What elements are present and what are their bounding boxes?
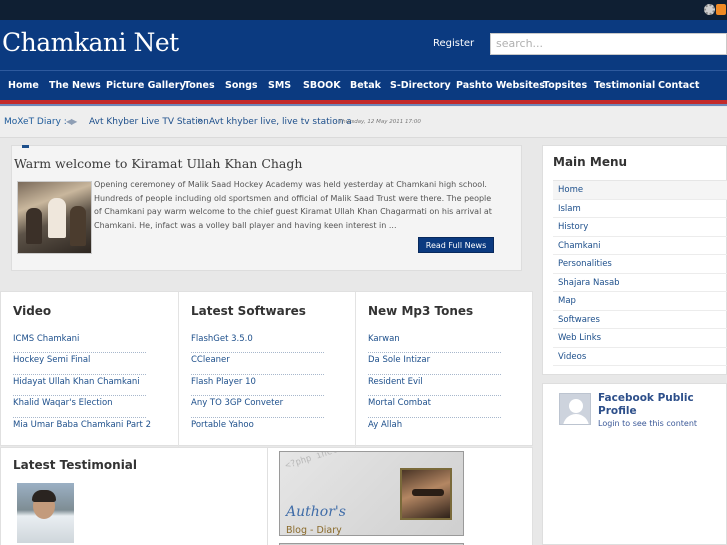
list-item[interactable]: Any TO 3GP Conveter: [191, 396, 324, 418]
list-item[interactable]: Karwan: [368, 332, 501, 354]
featured-news-text: Opening ceremoney of Malik Saad Hockey A…: [94, 180, 492, 230]
ticker-item-2[interactable]: Avt khyber live, live tv station a: [209, 117, 352, 127]
divider: [267, 448, 268, 545]
read-full-news-button[interactable]: Read Full News: [418, 237, 494, 253]
news-ticker: MoXeT Diary : ◀▶ Avt Khyber Live TV Stat…: [0, 107, 727, 138]
profile-avatar-icon[interactable]: [559, 393, 591, 425]
bottom-section: Latest Testimonial <?php include('blog_m…: [0, 447, 533, 545]
list-item[interactable]: Portable Yahoo: [191, 418, 324, 439]
author-blog-banner[interactable]: <?php include('blog_moxet'); Author's Bl…: [279, 451, 464, 536]
softwares-column: Latest Softwares FlashGet 3.5.0 CCleaner…: [178, 292, 355, 447]
list-item[interactable]: Resident Evil: [368, 375, 501, 397]
sidebar-item-videos[interactable]: Videos: [553, 348, 727, 366]
site-title[interactable]: Chamkani Net: [2, 28, 179, 57]
list-item[interactable]: Hidayat Ullah Khan Chamkani: [13, 375, 146, 397]
ticker-item-1[interactable]: Avt Khyber Live TV Station: [89, 117, 209, 127]
facebook-login-link[interactable]: Login to see this content: [598, 419, 697, 428]
ticker-separator: »: [197, 116, 203, 126]
content-columns: Video ICMS Chamkani Hockey Semi Final Hi…: [0, 291, 533, 447]
sidebar-item-softwares[interactable]: Softwares: [553, 311, 727, 329]
search-input[interactable]: search...: [490, 33, 727, 55]
nav-underline-secondary: [0, 104, 727, 106]
nav-item-betak[interactable]: Betak: [350, 71, 381, 100]
author-photo: [400, 468, 452, 520]
video-column: Video ICMS Chamkani Hockey Semi Final Hi…: [1, 292, 178, 447]
rss-icon[interactable]: [716, 4, 726, 15]
main-menu: Main Menu Home Islam History Chamkani Pe…: [542, 145, 727, 375]
list-item[interactable]: Flash Player 10: [191, 375, 324, 397]
testimonial-photo[interactable]: [17, 483, 74, 543]
sidebar-item-chamkani[interactable]: Chamkani: [553, 237, 727, 255]
sidebar-item-shajara-nasab[interactable]: Shajara Nasab: [553, 274, 727, 292]
column-title: Video: [13, 304, 52, 318]
nav-item-the-news[interactable]: The News: [49, 71, 101, 100]
sidebar-item-history[interactable]: History: [553, 218, 727, 237]
nav-item-s-directory[interactable]: S-Directory: [390, 71, 451, 100]
nav-item-picture-gallery[interactable]: Picture Gallery: [106, 71, 186, 100]
page: { "site": { "title": "Chamkani Net" }, "…: [0, 0, 727, 545]
nav-item-testimonial[interactable]: Testimonial: [594, 71, 655, 100]
list-item[interactable]: Hockey Semi Final: [13, 353, 146, 375]
sidebar-item-personalities[interactable]: Personalities: [553, 255, 727, 274]
site-header: Chamkani Net Register search...: [0, 20, 727, 70]
nav-item-pashto-websites[interactable]: Pashto Websites: [456, 71, 545, 100]
nav-item-sbook[interactable]: SBOOK: [303, 71, 341, 100]
list-item[interactable]: Ay Allah: [368, 418, 501, 439]
nav-item-home[interactable]: Home: [8, 71, 39, 100]
facebook-profile-box: Facebook Public Profile Login to see thi…: [542, 383, 727, 545]
video-list: ICMS Chamkani Hockey Semi Final Hidayat …: [13, 332, 151, 439]
list-item[interactable]: FlashGet 3.5.0: [191, 332, 324, 354]
list-item[interactable]: CCleaner: [191, 353, 324, 375]
main-nav: Home The News Picture Gallery Tones Song…: [0, 70, 727, 100]
sidebar-item-map[interactable]: Map: [553, 292, 727, 311]
main-menu-list: Home Islam History Chamkani Personalitie…: [553, 180, 727, 366]
tones-list: Karwan Da Sole Intizar Resident Evil Mor…: [368, 332, 501, 439]
list-item[interactable]: Da Sole Intizar: [368, 353, 501, 375]
register-link[interactable]: Register: [433, 38, 474, 49]
top-bar: [0, 0, 727, 20]
gear-icon[interactable]: [704, 4, 715, 15]
list-item[interactable]: Mortal Combat: [368, 396, 501, 418]
featured-news-image[interactable]: [17, 181, 92, 254]
sidebar-item-web-links[interactable]: Web Links: [553, 329, 727, 348]
tones-column: New Mp3 Tones Karwan Da Sole Intizar Res…: [355, 292, 532, 447]
column-title: New Mp3 Tones: [368, 304, 474, 318]
list-item[interactable]: Khalid Waqar's Election: [13, 396, 146, 418]
nav-item-songs[interactable]: Songs: [225, 71, 258, 100]
nav-item-tones[interactable]: Tones: [184, 71, 215, 100]
author-banner-title: Author's: [286, 504, 346, 520]
main-menu-title: Main Menu: [553, 155, 628, 169]
list-item[interactable]: ICMS Chamkani: [13, 332, 146, 354]
nav-item-sms[interactable]: SMS: [268, 71, 291, 100]
sidebar-item-islam[interactable]: Islam: [553, 200, 727, 218]
ticker-date: - Thursday, 12 May 2011 17:00: [335, 119, 421, 125]
nav-item-topsites[interactable]: Topsites: [543, 71, 587, 100]
featured-news: Warm welcome to Kiramat Ullah Khan Chagh…: [11, 145, 522, 271]
testimonial-title: Latest Testimonial: [13, 458, 138, 472]
column-title: Latest Softwares: [191, 304, 306, 318]
softwares-list: FlashGet 3.5.0 CCleaner Flash Player 10 …: [191, 332, 324, 439]
list-item[interactable]: Mia Umar Baba Chamkani Part 2: [13, 418, 151, 439]
author-banner-subtitle: Blog - Diary: [286, 525, 342, 536]
sidebar-item-home[interactable]: Home: [553, 181, 727, 200]
featured-news-title[interactable]: Warm welcome to Kiramat Ullah Khan Chagh: [14, 156, 302, 171]
slide-indicator[interactable]: [22, 145, 29, 148]
nav-item-contact[interactable]: Contact: [658, 71, 699, 100]
ticker-arrows-icon[interactable]: ◀▶: [66, 117, 77, 126]
ticker-label: MoXeT Diary :: [4, 117, 67, 127]
facebook-profile-title[interactable]: Facebook Public Profile: [598, 392, 723, 417]
